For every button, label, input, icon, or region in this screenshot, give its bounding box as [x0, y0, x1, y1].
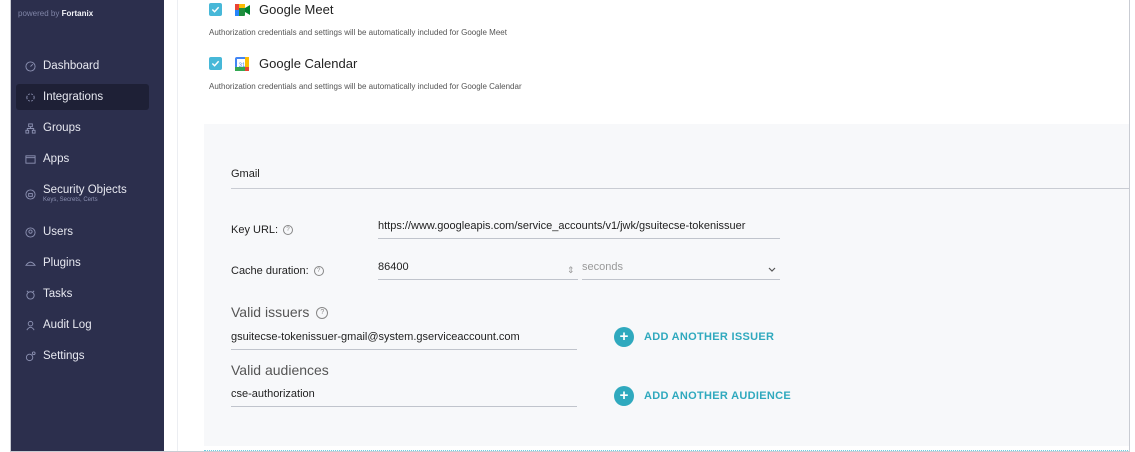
sidebar-item-label: Users: [43, 226, 74, 238]
users-icon: [24, 226, 36, 238]
cache-unit-select[interactable]: seconds: [582, 261, 780, 280]
sidebar-item-security-objects[interactable]: Security Objects Keys, Secrets, Certs: [16, 178, 149, 210]
panel-divider: [204, 450, 1129, 451]
sidebar-item-label: Dashboard: [43, 60, 100, 72]
add-audience-label: ADD ANOTHER AUDIENCE: [644, 390, 791, 402]
sidebar-item-sublabel: Keys, Secrets, Certs: [43, 197, 98, 203]
apps-icon: [24, 153, 36, 165]
google-meet-row: Google Meet: [209, 2, 333, 17]
google-calendar-title: Google Calendar: [259, 56, 358, 71]
google-calendar-hint: Authorization credentials and settings w…: [209, 82, 522, 91]
add-issuer-button[interactable]: + ADD ANOTHER ISSUER: [614, 327, 774, 347]
sidebar-item-label: Security Objects: [43, 184, 127, 196]
google-calendar-checkbox[interactable]: [209, 57, 222, 70]
key-url-input[interactable]: https://www.googleapis.com/service_accou…: [378, 220, 780, 239]
dashboard-icon: [24, 60, 36, 72]
google-calendar-icon: 31: [235, 56, 249, 71]
chevron-down-icon[interactable]: [768, 265, 776, 275]
help-icon[interactable]: ?: [313, 266, 324, 277]
key-url-label: Key URL:?: [231, 224, 294, 236]
sidebar-item-dashboard[interactable]: Dashboard: [16, 53, 149, 79]
plugins-icon: [24, 257, 36, 269]
cache-duration-label: Cache duration:?: [231, 265, 324, 277]
valid-audiences-label: Valid audiences: [231, 362, 329, 378]
key-url-label-text: Key URL:: [231, 224, 279, 236]
sidebar-item-groups[interactable]: Groups: [16, 115, 149, 141]
groups-icon: [24, 122, 36, 134]
valid-issuers-label-text: Valid issuers: [231, 304, 310, 320]
google-meet-icon: [235, 3, 250, 17]
help-icon[interactable]: ?: [316, 307, 329, 320]
add-audience-button[interactable]: + ADD ANOTHER AUDIENCE: [614, 386, 791, 406]
google-meet-hint: Authorization credentials and settings w…: [209, 28, 507, 37]
gmail-panel: Gmail Key URL:? https://www.googleapis.c…: [204, 124, 1129, 446]
help-icon[interactable]: ?: [283, 225, 294, 236]
issuer-input[interactable]: gsuitecse-tokenissuer-gmail@system.gserv…: [231, 331, 577, 350]
sidebar-item-apps[interactable]: Apps: [16, 146, 149, 172]
brand-name: Fortanix: [61, 9, 94, 18]
sidebar-item-label: Integrations: [43, 91, 104, 103]
sidebar-item-label: Settings: [43, 350, 85, 362]
brand-prefix: powered by: [18, 9, 60, 18]
cache-duration-input[interactable]: 86400: [378, 261, 578, 280]
app-window: powered by Fortanix Dashboard Integratio…: [10, 0, 1130, 452]
svg-text:31: 31: [239, 63, 246, 69]
gmail-title: Gmail: [231, 168, 1129, 189]
settings-icon: [24, 350, 36, 362]
security-objects-icon: [24, 188, 36, 200]
brand-logo: powered by Fortanix: [18, 9, 93, 18]
sidebar-item-settings[interactable]: Settings: [16, 343, 149, 369]
plus-icon: +: [614, 327, 634, 347]
sidebar-item-label: Tasks: [43, 288, 73, 300]
sidebar-item-label: Audit Log: [43, 319, 92, 331]
cache-duration-label-text: Cache duration:: [231, 265, 309, 277]
google-calendar-row: 31 Google Calendar: [209, 56, 357, 71]
valid-issuers-label: Valid issuers?: [231, 304, 329, 320]
sidebar-item-integrations[interactable]: Integrations: [16, 84, 149, 110]
audience-input[interactable]: cse-authorization: [231, 388, 577, 407]
main-content: Google Meet Authorization credentials an…: [164, 0, 1129, 451]
divider: [177, 0, 178, 451]
tasks-icon: [24, 288, 36, 300]
plus-icon: +: [614, 386, 634, 406]
sidebar-item-tasks[interactable]: Tasks: [16, 281, 149, 307]
add-issuer-label: ADD ANOTHER ISSUER: [644, 331, 775, 343]
google-meet-title: Google Meet: [259, 2, 334, 17]
audit-log-icon: [24, 319, 36, 331]
integrations-icon: [24, 91, 36, 103]
sidebar-item-plugins[interactable]: Plugins: [16, 250, 149, 276]
sidebar-item-audit-log[interactable]: Audit Log: [16, 312, 149, 338]
sidebar-item-label: Plugins: [43, 257, 81, 269]
google-meet-checkbox[interactable]: [209, 3, 222, 16]
sidebar-item-label: Groups: [43, 122, 81, 134]
sidebar: powered by Fortanix Dashboard Integratio…: [11, 0, 164, 451]
sidebar-item-users[interactable]: Users: [16, 219, 149, 245]
stepper-icon[interactable]: ⇕: [567, 265, 575, 276]
sidebar-item-label: Apps: [43, 153, 70, 165]
